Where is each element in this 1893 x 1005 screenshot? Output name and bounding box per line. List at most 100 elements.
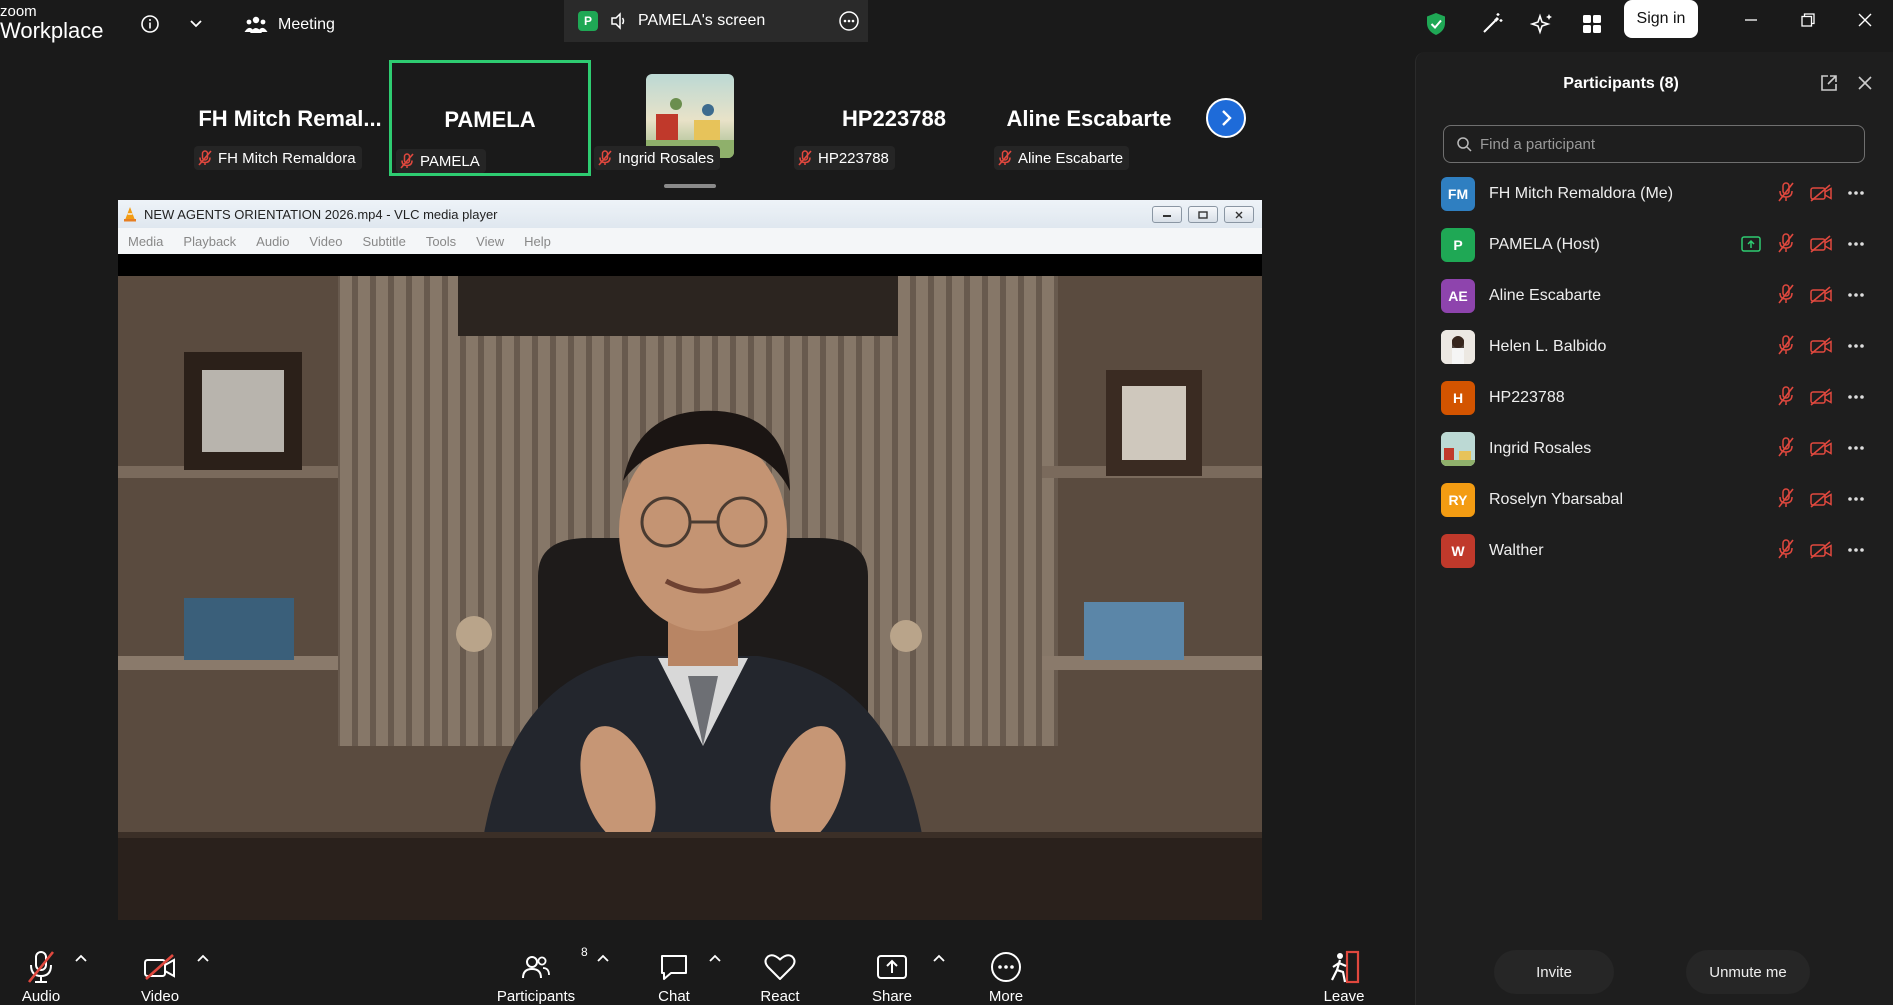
avatar: H [1441, 380, 1475, 415]
participant-row[interactable]: H HP223788 [1416, 372, 1893, 423]
chat-options-caret-icon[interactable] [708, 953, 722, 963]
participant-row[interactable]: AE Aline Escabarte [1416, 270, 1893, 321]
search-icon [1457, 137, 1472, 152]
magic-wand-icon[interactable] [1474, 6, 1510, 42]
participant-row[interactable]: Helen L. Balbido [1416, 321, 1893, 372]
participant-row[interactable]: P PAMELA (Host) [1416, 219, 1893, 270]
participants-button[interactable]: 8 Participants [494, 937, 588, 1005]
video-thumbnail[interactable]: HP223788 HP223788 [794, 58, 994, 176]
video-frame [118, 276, 1262, 920]
video-options-caret-icon[interactable] [196, 953, 210, 963]
name-tag: Ingrid Rosales [594, 146, 720, 170]
unmute-me-button[interactable]: Unmute me [1686, 950, 1810, 994]
security-shield-icon[interactable] [1418, 6, 1454, 42]
row-more-options-icon[interactable] [1847, 343, 1865, 349]
participant-name: Aline Escabarte [1489, 286, 1602, 304]
participants-options-caret-icon[interactable] [596, 953, 610, 963]
minimize-icon[interactable] [1731, 4, 1771, 36]
video-off-icon [1810, 388, 1832, 406]
participants-icon: 8 [521, 945, 588, 984]
chevron-down-icon[interactable] [178, 6, 214, 42]
vlc-menu-audio[interactable]: Audio [246, 234, 299, 249]
row-more-options-icon[interactable] [1847, 394, 1865, 400]
more-button[interactable]: More [986, 937, 1026, 1005]
video-off-icon [1810, 286, 1832, 304]
vlc-menu-help[interactable]: Help [514, 234, 561, 249]
vlc-close-icon[interactable] [1224, 206, 1254, 223]
sign-in-button[interactable]: Sign in [1624, 0, 1698, 38]
participant-row[interactable]: Ingrid Rosales [1416, 423, 1893, 474]
shared-screen-tab[interactable]: P PAMELA's screen [564, 0, 868, 42]
avatar [1441, 431, 1475, 466]
video-off-icon [1810, 337, 1832, 355]
row-more-options-icon[interactable] [1847, 292, 1865, 298]
participant-row[interactable]: FM FH Mitch Remaldora (Me) [1416, 168, 1893, 219]
row-more-options-icon[interactable] [1847, 496, 1865, 502]
vlc-maximize-icon[interactable] [1188, 206, 1218, 223]
video-scene [118, 276, 1262, 920]
row-more-options-icon[interactable] [1847, 445, 1865, 451]
name-tag: Aline Escabarte [994, 146, 1130, 170]
apps-grid-icon[interactable] [1574, 6, 1610, 42]
name-tag: HP223788 [794, 146, 895, 170]
vlc-title-bar: NEW AGENTS ORIENTATION 2026.mp4 - VLC me… [118, 200, 1262, 228]
chat-button[interactable]: Chat [654, 937, 694, 1005]
restore-icon[interactable] [1788, 4, 1828, 36]
muted-mic-icon [1778, 233, 1794, 253]
muted-mic-icon [798, 150, 812, 166]
meeting-toolbar: Audio Video 8 Participants Chat React Sh… [0, 937, 1405, 1005]
close-window-icon[interactable] [1845, 4, 1885, 36]
vlc-menu-bar: Media Playback Audio Video Subtitle Tool… [118, 228, 1262, 254]
presenter-badge: P [578, 11, 598, 31]
muted-mic-icon [198, 150, 212, 166]
participants-panel: Participants (8) FM FH Mitch Remaldora (M… [1415, 52, 1893, 1005]
video-off-icon [1810, 235, 1832, 253]
vlc-minimize-icon[interactable] [1152, 206, 1182, 223]
participant-row[interactable]: W Walther [1416, 525, 1893, 576]
panel-title: Participants (8) [1563, 75, 1679, 92]
video-thumbnail-active[interactable]: PAMELA PAMELA [389, 60, 591, 176]
video-button[interactable]: Video [132, 937, 188, 1005]
vlc-menu-tools[interactable]: Tools [416, 234, 466, 249]
participant-name: HP223788 [1489, 388, 1565, 406]
participant-name: Ingrid Rosales [1489, 439, 1592, 457]
share-button[interactable]: Share [872, 937, 912, 1005]
chat-bubble-icon [659, 949, 689, 984]
video-thumbnail[interactable]: Aline Escabarte Aline Escabarte [994, 58, 1184, 176]
muted-mic-icon [1778, 386, 1794, 406]
strip-resize-handle[interactable] [664, 184, 716, 188]
audio-options-caret-icon[interactable] [74, 953, 88, 963]
invite-button[interactable]: Invite [1494, 950, 1614, 994]
row-more-options-icon[interactable] [1847, 241, 1865, 247]
participant-row[interactable]: RY Roselyn Ybarsabal [1416, 474, 1893, 525]
chevron-right-icon [1222, 110, 1232, 126]
vlc-menu-subtitle[interactable]: Subtitle [352, 234, 415, 249]
vlc-cone-icon [122, 206, 138, 222]
vlc-menu-video[interactable]: Video [299, 234, 352, 249]
pop-out-icon[interactable] [1820, 74, 1838, 92]
vlc-menu-playback[interactable]: Playback [173, 234, 246, 249]
speaker-icon [610, 12, 628, 30]
audio-button[interactable]: Audio [14, 937, 68, 1005]
next-page-button[interactable] [1206, 98, 1246, 138]
vlc-menu-view[interactable]: View [466, 234, 514, 249]
avatar [1441, 329, 1475, 364]
muted-mic-icon [1778, 437, 1794, 457]
meeting-info-icon[interactable] [132, 6, 168, 42]
more-options-icon[interactable] [838, 10, 860, 32]
search-input[interactable] [1478, 134, 1862, 154]
vlc-menu-media[interactable]: Media [118, 234, 173, 249]
row-more-options-icon[interactable] [1847, 547, 1865, 553]
meeting-tab[interactable]: Meeting [244, 8, 335, 42]
share-options-caret-icon[interactable] [932, 953, 946, 963]
video-thumbnail[interactable]: Ingrid Rosales [594, 58, 794, 176]
close-panel-icon[interactable] [1857, 75, 1873, 91]
ai-sparkle-icon[interactable] [1524, 6, 1560, 42]
video-thumbnail[interactable]: FH Mitch Remal... FH Mitch Remaldora [190, 58, 390, 176]
row-more-options-icon[interactable] [1847, 190, 1865, 196]
leave-button[interactable]: Leave [1322, 937, 1366, 1005]
react-button[interactable]: React [760, 937, 800, 1005]
video-off-icon [1810, 439, 1832, 457]
participant-name: Helen L. Balbido [1489, 337, 1607, 355]
participant-search[interactable] [1443, 125, 1865, 163]
